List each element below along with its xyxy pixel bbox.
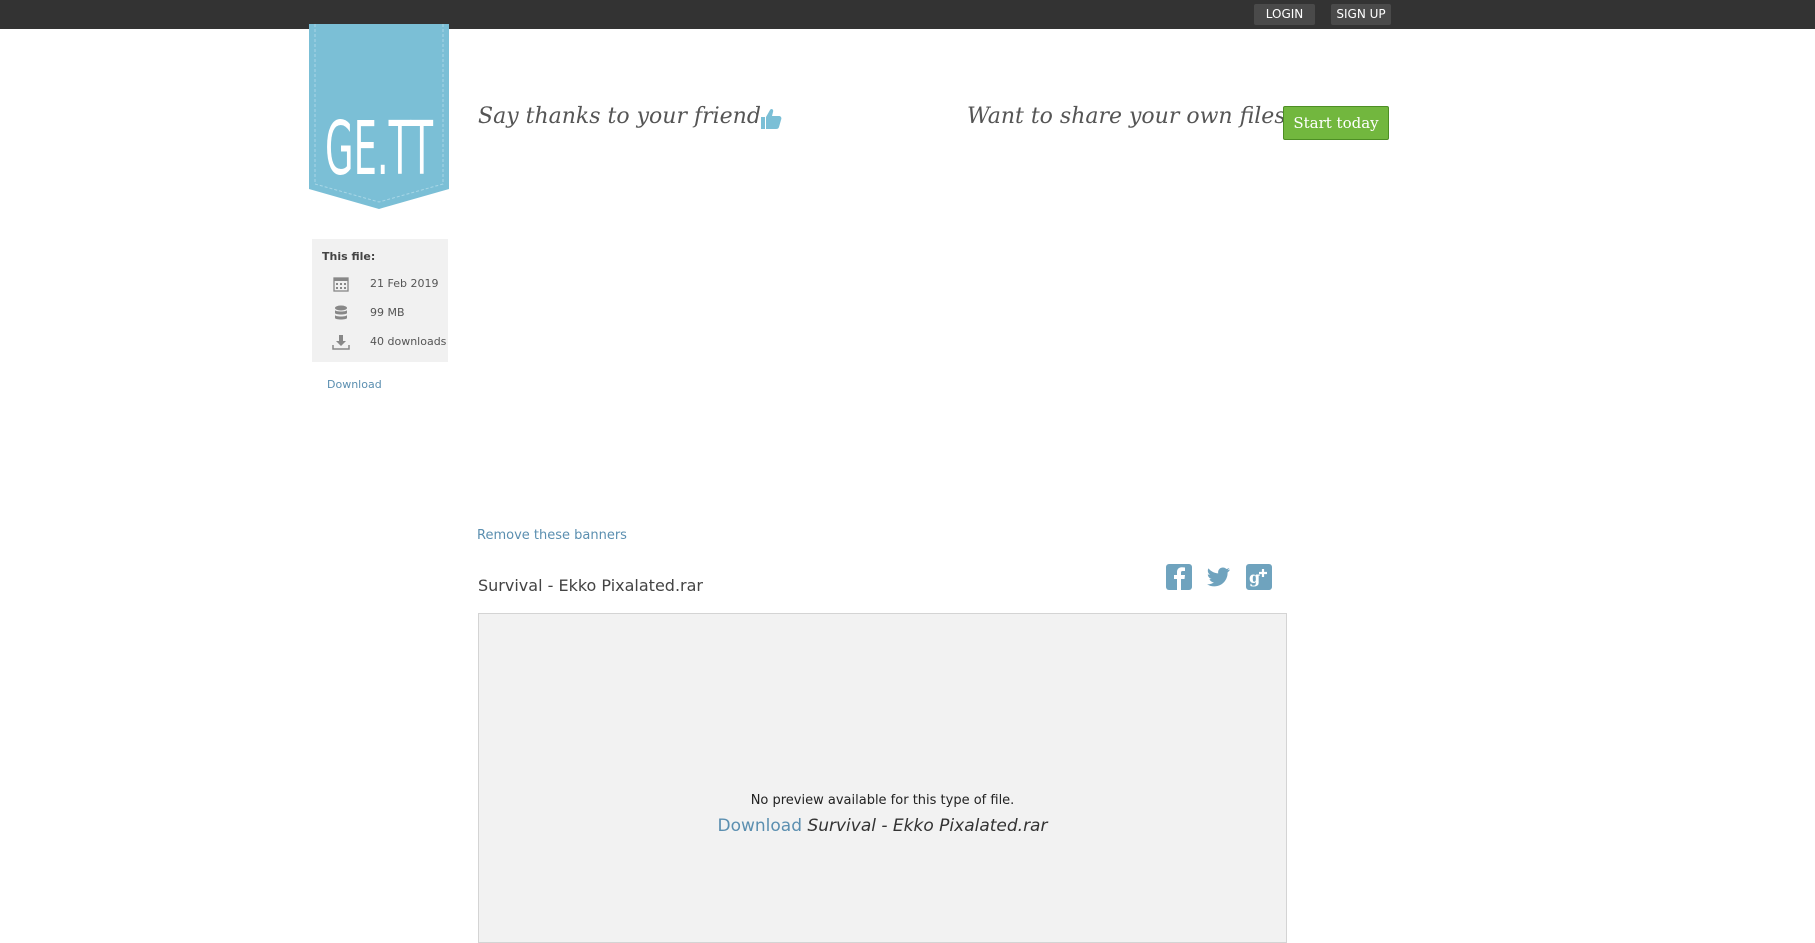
- top-bar: LOGIN SIGN UP: [0, 0, 1815, 29]
- sidebar-download-link[interactable]: Download: [327, 378, 382, 391]
- file-info-panel: This file: 21 Feb 2019 99 MB 40 download…: [312, 239, 448, 362]
- remove-banners-link[interactable]: Remove these banners: [477, 528, 627, 543]
- database-icon: [332, 304, 350, 322]
- calendar-icon: [332, 275, 350, 293]
- no-preview-message: No preview available for this type of fi…: [750, 793, 1015, 808]
- file-date: 21 Feb 2019: [370, 277, 439, 290]
- file-downloads: 40 downloads: [370, 335, 447, 348]
- twitter-icon[interactable]: [1206, 564, 1232, 590]
- download-icon: [332, 333, 350, 351]
- share-prompt: Want to share your own files?: [967, 104, 1298, 129]
- login-button[interactable]: LOGIN: [1254, 4, 1315, 25]
- preview-download: Download Survival - Ekko Pixalated.rar: [479, 816, 1286, 836]
- file-preview-area: No preview available for this type of fi…: [478, 613, 1287, 943]
- preview-download-filename: Survival - Ekko Pixalated.rar: [807, 816, 1048, 836]
- thumbs-up-icon[interactable]: [758, 106, 784, 132]
- google-plus-icon[interactable]: g: [1246, 564, 1272, 590]
- gett-logo[interactable]: GE.TT: [309, 24, 449, 209]
- thanks-text: Say thanks to your friend: [478, 104, 761, 129]
- preview-download-link[interactable]: Download: [718, 816, 803, 836]
- file-size: 99 MB: [370, 306, 405, 319]
- file-name: Survival - Ekko Pixalated.rar: [478, 576, 703, 595]
- file-info-title: This file:: [322, 250, 376, 263]
- facebook-icon[interactable]: [1166, 564, 1192, 590]
- svg-text:g: g: [1249, 568, 1260, 587]
- logo-text: GE.TT: [325, 106, 433, 192]
- signup-button[interactable]: SIGN UP: [1331, 4, 1391, 25]
- start-today-button[interactable]: Start today: [1283, 106, 1389, 140]
